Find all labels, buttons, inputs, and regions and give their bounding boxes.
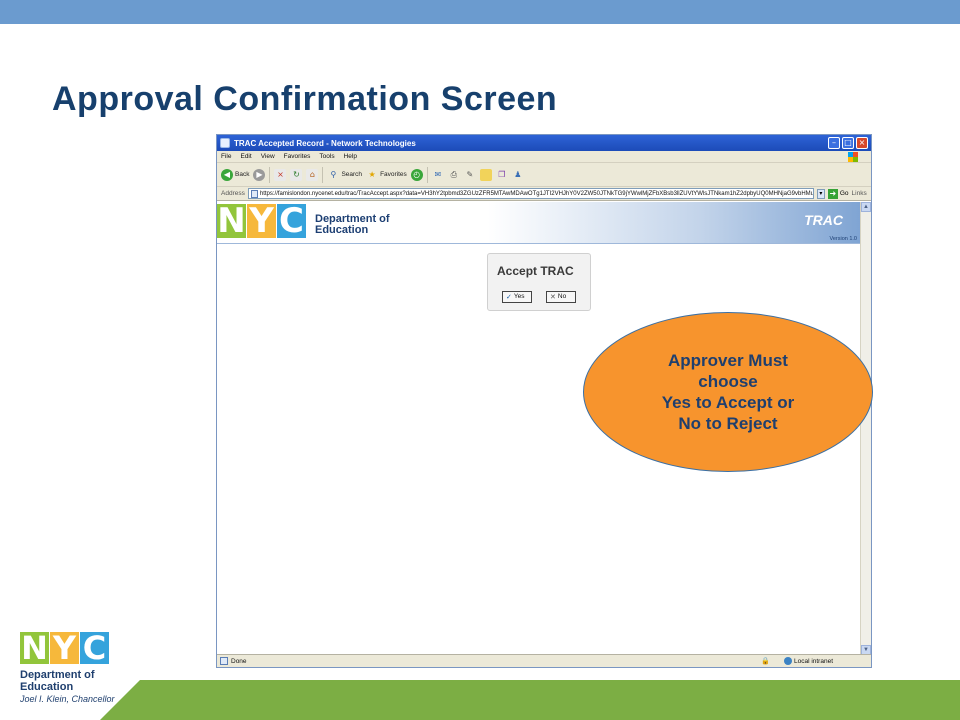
no-label: No	[557, 293, 567, 300]
close-icon[interactable]: ×	[856, 137, 868, 149]
back-button[interactable]: ◀ Back	[221, 168, 250, 181]
vertical-scrollbar[interactable]: ▲ ▼	[860, 202, 871, 655]
folder-icon[interactable]	[479, 168, 492, 181]
footer-logo-letter-y: Y	[50, 632, 79, 664]
footer-nyc-logo: N Y C	[20, 632, 115, 664]
print-icon[interactable]: ⎙	[448, 169, 460, 181]
globe-icon	[783, 657, 792, 665]
slide-title: Approval Confirmation Screen	[52, 80, 558, 118]
refresh-icon[interactable]: ↻	[290, 168, 303, 181]
bottom-green-band	[100, 680, 960, 720]
footer-dept-line-1: Department of	[20, 669, 95, 681]
x-icon: ✕	[550, 293, 556, 301]
address-input[interactable]: https://famislondon.nycenet.edu/trac/Tra…	[247, 188, 814, 199]
footer-department: Department of Education	[20, 669, 115, 693]
status-bar: Done 🔒 Local intranet	[217, 654, 871, 667]
no-button[interactable]: ✕ No	[546, 291, 576, 303]
messenger-icon[interactable]: ♟	[512, 169, 524, 181]
home-icon[interactable]: ⌂	[306, 168, 319, 181]
search-label: Search	[341, 171, 363, 178]
accept-title: Accept TRAC	[497, 264, 574, 278]
page-icon	[250, 189, 258, 198]
edit-icon[interactable]: ✎	[464, 169, 476, 181]
go-label: Go	[839, 190, 849, 197]
menu-help[interactable]: Help	[344, 153, 357, 160]
check-icon: ✓	[506, 293, 512, 301]
site-header: N Y C Department of Education TRAC Versi…	[217, 202, 861, 244]
forward-arrow-icon[interactable]: ▶	[253, 168, 266, 181]
callout-line-4: No to Reject	[678, 414, 778, 433]
links-button[interactable]: Links	[852, 190, 867, 197]
search-button[interactable]: ⚲ Search	[327, 169, 363, 181]
footer-logo: N Y C Department of Education Joel I. Kl…	[20, 632, 115, 704]
zone-label: Local intranet	[793, 657, 833, 665]
mail-icon[interactable]: ✉	[432, 169, 444, 181]
footer-logo-letter-c: C	[80, 632, 109, 664]
search-icon: ⚲	[330, 169, 337, 179]
logo-letter-n: N	[217, 201, 246, 241]
address-url: https://famislondon.nycenet.edu/trac/Tra…	[259, 190, 814, 197]
callout-line-1: Approver Must	[668, 351, 788, 370]
toolbar-separator	[322, 166, 324, 183]
menu-favorites[interactable]: Favorites	[284, 153, 311, 160]
footer-dept-line-2: Education	[20, 681, 74, 693]
menu-edit[interactable]: Edit	[240, 153, 251, 160]
page-status-icon	[220, 657, 228, 665]
back-label: Back	[235, 171, 250, 178]
toolbar-separator	[269, 166, 271, 183]
top-color-band	[0, 0, 960, 24]
minimize-icon[interactable]: –	[828, 137, 840, 149]
browser-toolbar: ◀ Back ▶ × ↻ ⌂ ⚲ Search ★ Favorites ◴ ✉ …	[217, 163, 871, 187]
callout-line-2: choose	[698, 372, 758, 391]
back-arrow-icon: ◀	[221, 168, 233, 181]
footer-chancellor: Joel I. Klein, Chancellor	[20, 694, 115, 704]
stop-icon[interactable]: ×	[274, 168, 287, 181]
version-label: Version 1.0	[829, 236, 857, 242]
lock-icon: 🔒	[761, 657, 770, 665]
favorites-button[interactable]: ★ Favorites	[366, 169, 407, 181]
ie-page-icon	[220, 138, 230, 148]
address-label: Address	[221, 190, 245, 197]
menu-bar: File Edit View Favorites Tools Help	[217, 151, 871, 163]
maximize-icon[interactable]: □	[842, 137, 854, 149]
department-name: Department of Education	[315, 214, 390, 236]
scroll-up-icon[interactable]: ▲	[861, 202, 871, 212]
research-icon[interactable]: ❐	[496, 169, 508, 181]
logo-letter-c: C	[277, 204, 306, 238]
callout-line-3: Yes to Accept or	[661, 393, 795, 412]
menu-file[interactable]: File	[221, 153, 231, 160]
go-button[interactable]: ➜ Go	[827, 188, 849, 199]
callout-bubble: Approver Must choose Yes to Accept or No…	[583, 312, 873, 472]
footer-logo-letter-n: N	[20, 629, 49, 667]
security-zone: Local intranet	[783, 657, 833, 665]
favorites-label: Favorites	[380, 171, 407, 178]
yes-label: Yes	[513, 293, 525, 300]
logo-letter-y: Y	[247, 204, 276, 238]
nyc-logo: N Y C	[217, 204, 306, 238]
status-text: Done	[231, 657, 247, 665]
dept-line-2: Education	[315, 224, 369, 236]
toolbar-separator	[426, 166, 428, 183]
menu-view[interactable]: View	[261, 153, 275, 160]
star-icon: ★	[368, 169, 376, 179]
window-title: TRAC Accepted Record - Network Technolog…	[234, 138, 416, 148]
address-dropdown-icon[interactable]: ▾	[816, 188, 825, 199]
app-name: TRAC	[804, 212, 843, 228]
history-icon[interactable]: ◴	[410, 168, 423, 181]
accept-dialog: Accept TRAC ✓ Yes ✕ No	[487, 253, 591, 311]
menu-tools[interactable]: Tools	[319, 153, 334, 160]
yes-button[interactable]: ✓ Yes	[502, 291, 532, 303]
go-arrow-icon: ➜	[827, 188, 838, 199]
address-bar: Address https://famislondon.nycenet.edu/…	[217, 187, 871, 201]
windows-flag-icon	[848, 152, 858, 162]
window-titlebar[interactable]: TRAC Accepted Record - Network Technolog…	[217, 135, 871, 151]
